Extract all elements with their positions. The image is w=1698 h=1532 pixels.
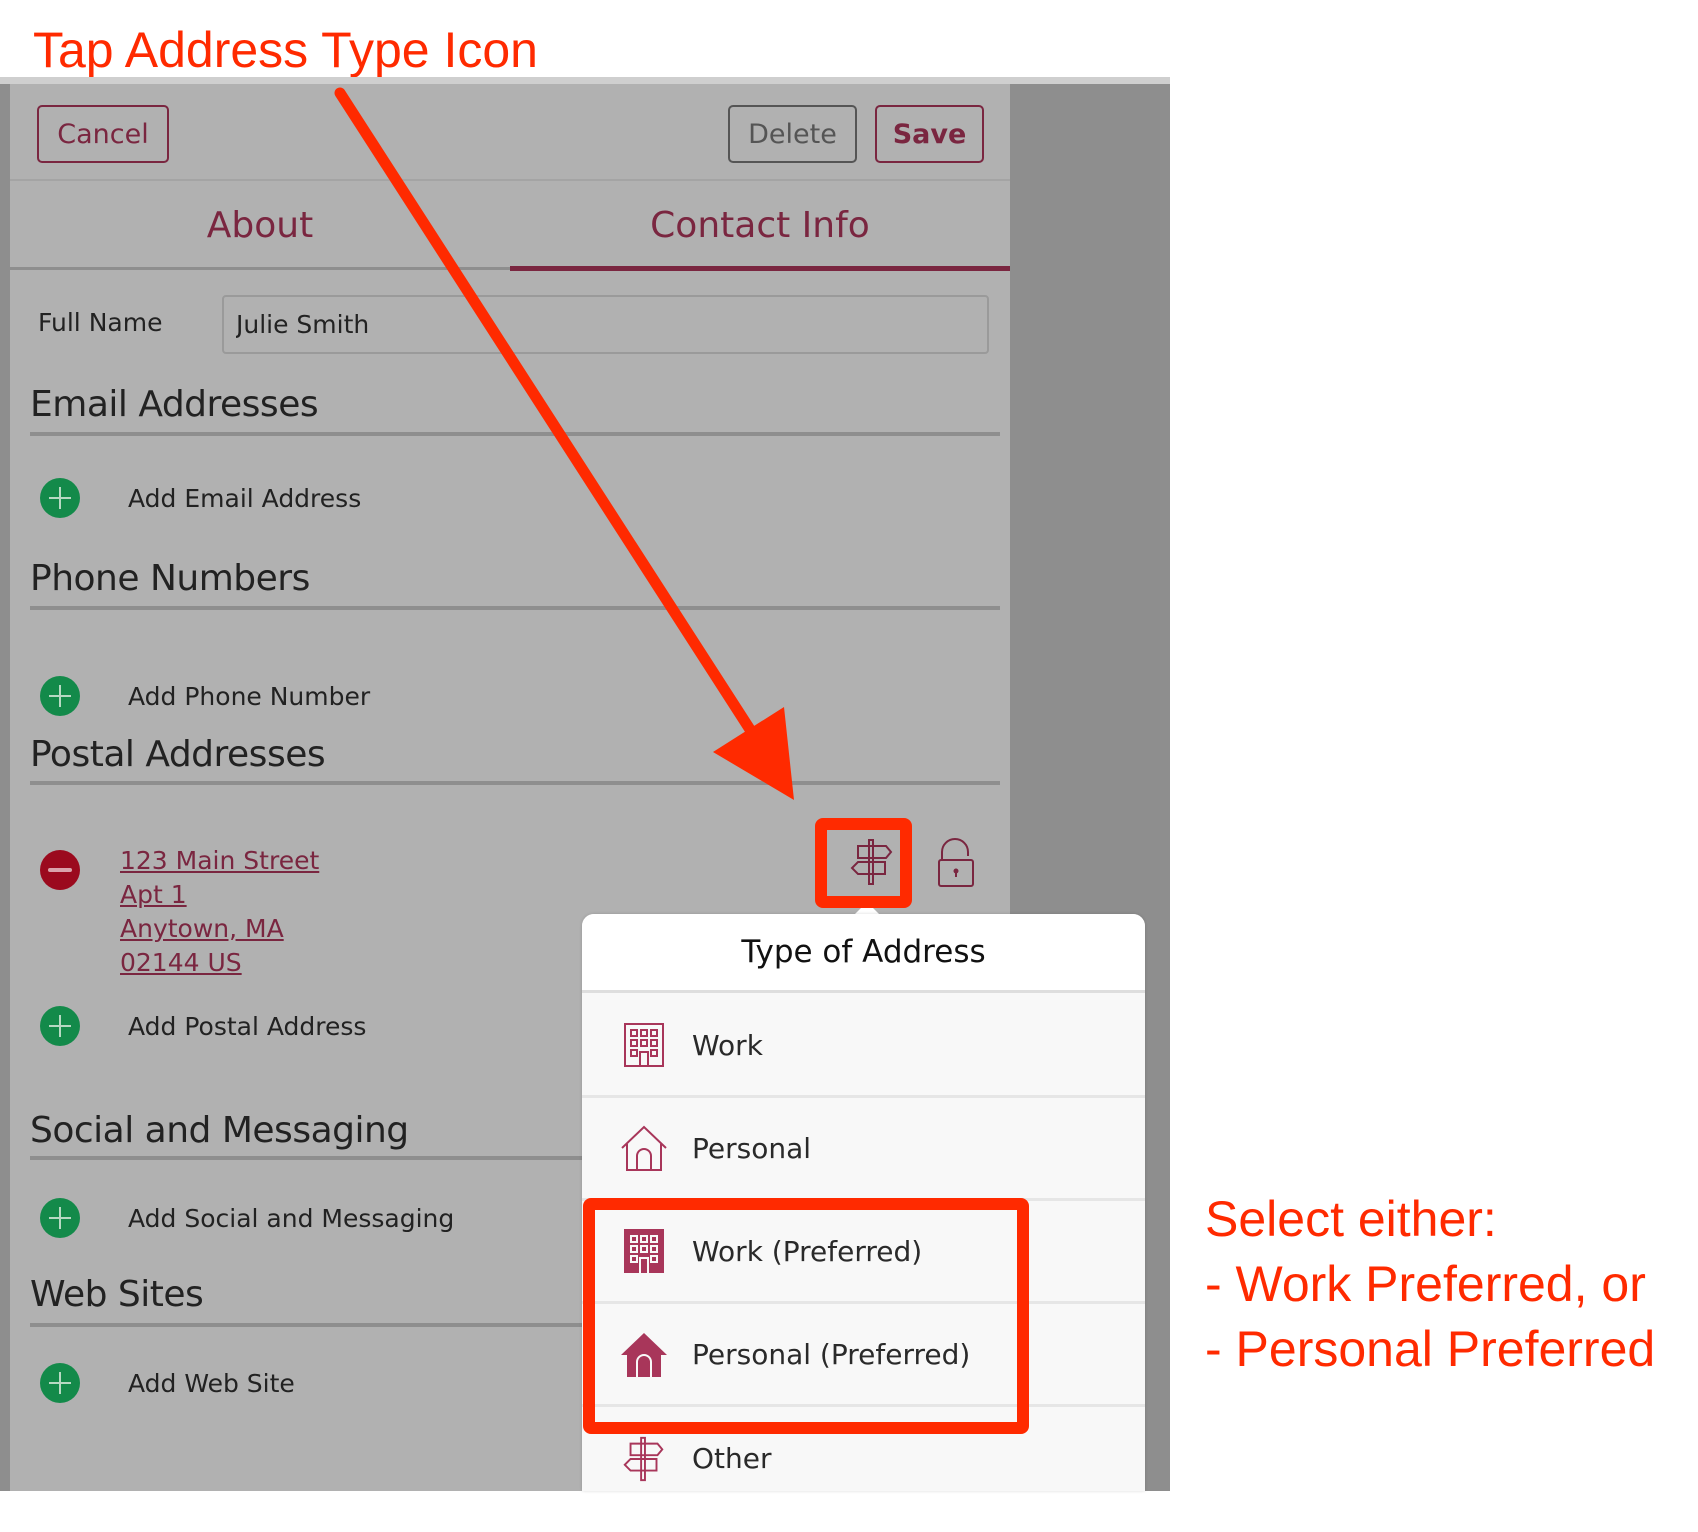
add-website-label: Add Web Site: [128, 1368, 295, 1398]
option-personal-preferred[interactable]: Personal (Preferred): [582, 1304, 1145, 1407]
house-outline-icon: [619, 1123, 669, 1173]
privacy-lock-button[interactable]: [928, 832, 984, 896]
option-personal-preferred-label: Personal (Preferred): [692, 1337, 971, 1371]
postal-address: 123 Main Street Apt 1 Anytown, MA 02144 …: [120, 844, 319, 980]
signpost-icon: [850, 839, 893, 885]
delete-button[interactable]: Delete: [728, 105, 857, 163]
add-circle-icon: [40, 478, 80, 518]
add-social-button[interactable]: Add Social and Messaging: [40, 1198, 454, 1238]
tab-about[interactable]: About: [10, 181, 510, 269]
add-phone-button[interactable]: Add Phone Number: [40, 676, 370, 716]
popover-title: Type of Address: [582, 914, 1145, 993]
full-name-label: Full Name: [38, 308, 163, 337]
add-postal-label: Add Postal Address: [128, 1011, 367, 1041]
add-phone-label: Add Phone Number: [128, 681, 371, 711]
house-filled-icon: [619, 1329, 669, 1379]
tab-contact-info[interactable]: Contact Info: [510, 181, 1010, 269]
address-type-button[interactable]: [840, 830, 904, 894]
email-section-heading: Email Addresses: [30, 384, 319, 425]
option-work[interactable]: Work: [582, 995, 1145, 1098]
social-section-heading: Social and Messaging: [30, 1110, 409, 1151]
option-personal-label: Personal: [692, 1131, 812, 1165]
unlocked-padlock-icon: [938, 838, 974, 887]
address-line-city-state[interactable]: Anytown, MA: [120, 912, 319, 946]
address-line-unit[interactable]: Apt 1: [120, 878, 319, 912]
address-line-street[interactable]: 123 Main Street: [120, 844, 319, 878]
email-section-divider: [30, 432, 1000, 436]
annotation-title: Tap Address Type Icon: [33, 22, 538, 78]
popover-caret: [855, 902, 879, 914]
signpost-icon: [619, 1434, 669, 1484]
add-circle-icon: [40, 1198, 80, 1238]
cancel-button[interactable]: Cancel: [37, 105, 169, 163]
add-circle-icon: [40, 1006, 80, 1046]
option-personal[interactable]: Personal: [582, 1098, 1145, 1201]
full-name-input[interactable]: [222, 295, 989, 354]
instruction-line: - Work Preferred, or: [1205, 1256, 1646, 1312]
add-social-label: Add Social and Messaging: [128, 1203, 455, 1233]
add-website-button[interactable]: Add Web Site: [40, 1363, 295, 1403]
add-postal-button[interactable]: Add Postal Address: [40, 1006, 366, 1046]
postal-section-divider: [30, 781, 1000, 785]
add-circle-icon: [40, 676, 80, 716]
instruction-line: Select either:: [1205, 1191, 1497, 1247]
active-tab-indicator: [510, 266, 1010, 271]
add-email-label: Add Email Address: [128, 483, 362, 513]
phone-section-heading: Phone Numbers: [30, 558, 310, 599]
address-line-zip-country[interactable]: 02144 US: [120, 946, 319, 980]
building-filled-icon: [619, 1226, 669, 1276]
option-work-preferred[interactable]: Work (Preferred): [582, 1201, 1145, 1304]
save-button[interactable]: Save: [875, 105, 984, 163]
add-email-button[interactable]: Add Email Address: [40, 478, 361, 518]
option-other-label: Other: [692, 1442, 772, 1475]
annotation-instructions: Select either: - Work Preferred, or - Pe…: [1205, 1187, 1655, 1382]
option-work-preferred-label: Work (Preferred): [692, 1234, 923, 1268]
instruction-line: - Personal Preferred: [1205, 1321, 1656, 1377]
option-other[interactable]: Other: [582, 1407, 1145, 1491]
remove-address-button[interactable]: [40, 850, 80, 890]
web-section-heading: Web Sites: [30, 1274, 204, 1315]
address-type-popover: Type of Address Work Personal Work (Pref…: [582, 914, 1145, 1491]
add-circle-icon: [40, 1363, 80, 1403]
phone-section-divider: [30, 606, 1000, 610]
building-outline-icon: [619, 1020, 669, 1070]
option-work-label: Work: [692, 1028, 763, 1062]
postal-section-heading: Postal Addresses: [30, 734, 326, 775]
